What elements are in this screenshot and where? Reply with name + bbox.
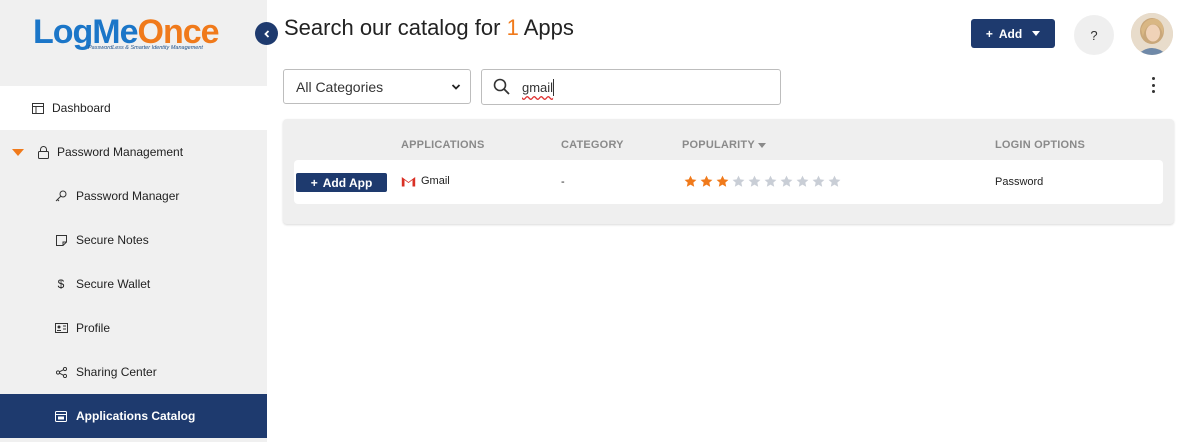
add-label: Add [998,26,1023,41]
sidebar-item-secure-wallet[interactable]: $ Secure Wallet [0,262,267,306]
column-header-popularity[interactable]: POPULARITY [682,139,766,151]
sidebar-item-label: Dashboard [52,101,111,115]
star-empty-icon [828,175,841,187]
chevron-down-icon [12,148,24,156]
app-name-text: Gmail [421,175,450,187]
help-icon: ? [1090,27,1098,43]
popularity-rating [683,174,842,189]
sort-down-icon [757,142,766,148]
add-button[interactable]: + Add [971,19,1055,48]
sidebar-item-label: Sharing Center [76,365,157,379]
column-header-applications[interactable]: APPLICATIONS [401,139,484,151]
search-input[interactable]: gmail [481,69,781,105]
lock-icon [36,145,50,159]
note-icon [54,233,68,247]
gmail-icon [401,175,416,187]
text-cursor [553,79,554,96]
login-option: Password [995,176,1044,188]
sidebar-item-sharing-center[interactable]: Sharing Center [0,350,267,394]
share-icon [54,365,68,379]
sidebar-item-label: Secure Wallet [76,277,151,291]
app-count: 1 [506,15,519,40]
sidebar-item-secure-notes[interactable]: Secure Notes [0,218,267,262]
sidebar-item-label: Secure Notes [76,233,149,247]
chevron-down-icon [1032,31,1041,36]
star-filled-icon [716,175,729,187]
catalog-icon [54,409,68,423]
star-empty-icon [748,175,761,187]
column-header-login-options[interactable]: LOGIN OPTIONS [995,139,1085,151]
sidebar-item-dashboard[interactable]: Dashboard [0,86,267,130]
sidebar-item-label: Profile [76,321,111,335]
star-filled-icon [684,175,697,187]
logo-area: LogMeOnce PasswordLess & Smarter Identit… [0,0,267,86]
star-empty-icon [780,175,793,187]
title-prefix: Search our catalog for [284,15,501,40]
sidebar-item-label: Applications Catalog [76,409,196,423]
star-filled-icon [700,175,713,187]
sidebar: LogMeOnce PasswordLess & Smarter Identit… [0,0,267,442]
id-card-icon [54,321,68,335]
page-title: Search our catalog for 1 Apps [284,15,574,41]
sidebar-item-profile[interactable]: Profile [0,306,267,350]
key-icon [54,189,68,203]
collapse-sidebar-button[interactable] [255,22,278,45]
sidebar-item-label: Password Manager [76,189,180,203]
table-row: + Add App Gmail - Password [294,160,1163,204]
sidebar-item-password-management[interactable]: Password Management [0,130,267,174]
star-empty-icon [796,175,809,187]
plus-icon: + [310,175,318,190]
column-header-category[interactable]: CATEGORY [561,139,624,151]
sidebar-item-label: Password Management [57,145,184,159]
column-header-label: POPULARITY [682,139,755,151]
sidebar-item-password-manager[interactable]: Password Manager [0,174,267,218]
star-empty-icon [732,175,745,187]
help-button[interactable]: ? [1074,15,1114,55]
add-app-label: Add App [322,175,373,190]
dollar-icon: $ [57,277,65,291]
apps-table: APPLICATIONS CATEGORY POPULARITY LOGIN O… [283,119,1174,224]
more-options-icon[interactable] [1146,77,1160,93]
dashboard-icon [31,101,45,115]
app-category: - [561,176,565,188]
app-name: Gmail [401,175,450,187]
category-select[interactable]: All Categories [283,69,471,104]
chevron-down-icon [451,84,461,90]
add-app-button[interactable]: + Add App [296,173,387,192]
sidebar-item-applications-catalog[interactable]: Applications Catalog [0,394,267,438]
logo-tagline: PasswordLess & Smarter Identity Manageme… [88,45,203,51]
star-empty-icon [764,175,777,187]
avatar[interactable] [1131,13,1173,55]
chevron-left-icon [263,29,269,38]
plus-icon: + [985,26,993,41]
category-selected-value: All Categories [296,78,384,95]
title-suffix: Apps [523,15,574,40]
search-value: gmail [522,80,554,95]
search-icon [493,78,510,95]
star-empty-icon [812,175,825,187]
